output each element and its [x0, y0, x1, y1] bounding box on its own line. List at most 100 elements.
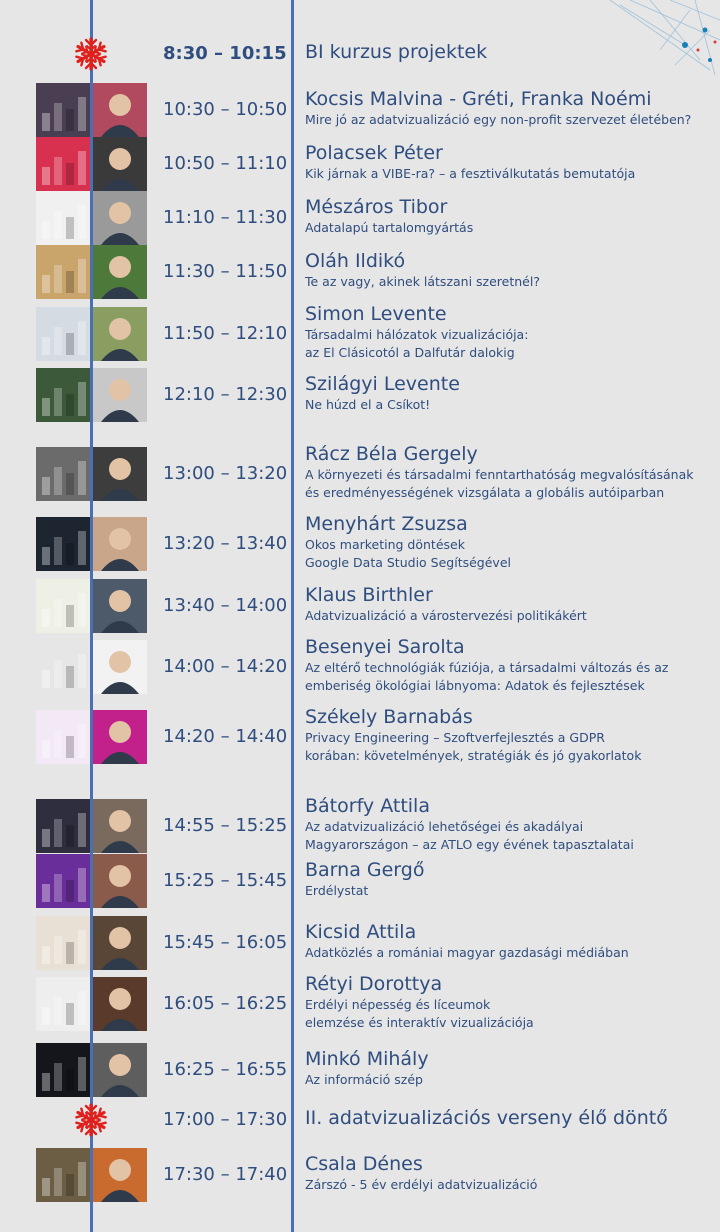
- speaker-photo: [93, 710, 147, 764]
- talk-thumbnail-image: [36, 916, 90, 970]
- talk-thumbnail-image: [36, 977, 90, 1031]
- schedule-page: 8:30 – 10:15 BI kurzus projektek 10:30 – 1…: [0, 0, 720, 1232]
- snowflake-icon: [75, 1103, 107, 1137]
- speaker-photo: [93, 854, 147, 908]
- talk-thumbnail-image: [36, 83, 90, 137]
- talk-description: Erdélystat: [305, 883, 369, 898]
- speaker-name: Besenyei Sarolta: [305, 636, 465, 658]
- speaker-photo: [93, 368, 147, 422]
- time-slot: 16:25 – 16:55: [163, 1059, 288, 1080]
- time-slot: 17:00 – 17:30: [163, 1109, 288, 1130]
- talk-description: Kik járnak a VIBE-ra? – a fesztiválkutat…: [305, 166, 636, 181]
- talk-block: Kocsis Malvina - Gréti, Franka Noémi Mire…: [305, 87, 710, 129]
- time-slot: 11:10 – 11:30: [163, 207, 288, 228]
- talk-block: Kicsid Attila Adatközlés a romániai magya…: [305, 920, 710, 962]
- time-slot: 14:00 – 14:20: [163, 656, 288, 677]
- speaker-photo: [93, 977, 147, 1031]
- talk-thumbnail-image: [36, 307, 90, 361]
- talk-thumbnail-image: [36, 640, 90, 694]
- talk-description: Zárszó - 5 év erdélyi adatvizualizáció: [305, 1177, 538, 1192]
- talk-description: A környezeti és társadalmi fenntarthatós…: [305, 467, 694, 482]
- speaker-name: Polacsek Péter: [305, 142, 443, 164]
- talk-description: korában: követelmények, stratégiák és jó…: [305, 748, 642, 763]
- talk-description: Google Data Studio Segítségével: [305, 555, 511, 570]
- talk-block: Rácz Béla Gergely A környezeti és társada…: [305, 442, 710, 502]
- time-slot: 14:20 – 14:40: [163, 726, 288, 747]
- time-slot: 10:50 – 11:10: [163, 153, 288, 174]
- talk-block: Menyhárt Zsuzsa Okos marketing döntések Go…: [305, 512, 710, 572]
- speaker-name: Rácz Béla Gergely: [305, 443, 478, 465]
- talk-description: Erdélyi népesség és líceumok: [305, 997, 491, 1012]
- talk-description: Mire jó az adatvizualizáció egy non-prof…: [305, 112, 692, 127]
- speaker-name: Oláh Ildikó: [305, 250, 406, 272]
- speaker-photo: [93, 191, 147, 245]
- talk-thumbnail-image: [36, 1043, 90, 1097]
- talk-description: az El Clásicotól a Dalfutár dalokig: [305, 345, 515, 360]
- snowflake-icon: [75, 37, 107, 71]
- speaker-name: Rétyi Dorottya: [305, 973, 443, 995]
- speaker-name: Csala Dénes: [305, 1153, 423, 1175]
- session-block: II. adatvizualizációs verseny élő döntő: [305, 1106, 710, 1130]
- talk-block: Oláh Ildikó Te az vagy, akinek látszani s…: [305, 249, 710, 291]
- talk-block: Csala Dénes Zárszó - 5 év erdélyi adatviz…: [305, 1152, 710, 1194]
- talk-description: Ne húzd el a Csíkot!: [305, 397, 431, 412]
- speaker-photo: [93, 137, 147, 191]
- talk-block: Bátorfy Attila Az adatvizualizáció lehető…: [305, 794, 710, 854]
- speaker-photo: [93, 447, 147, 501]
- session-title: BI kurzus projektek: [305, 41, 488, 63]
- speaker-name: Kocsis Malvina - Gréti, Franka Noémi: [305, 88, 652, 110]
- speaker-name: Székely Barnabás: [305, 706, 473, 728]
- talk-thumbnail-image: [36, 579, 90, 633]
- session-title: II. adatvizualizációs verseny élő döntő: [305, 1107, 668, 1129]
- time-slot: 17:30 – 17:40: [163, 1164, 288, 1185]
- speaker-name: Menyhárt Zsuzsa: [305, 513, 468, 535]
- speaker-photo: [93, 1148, 147, 1202]
- speaker-name: Kicsid Attila: [305, 921, 417, 943]
- talk-thumbnail-image: [36, 1148, 90, 1202]
- talk-thumbnail-image: [36, 854, 90, 908]
- timeline-line-right: [291, 0, 294, 1232]
- talk-description: Adatközlés a romániai magyar gazdasági m…: [305, 945, 629, 960]
- talk-block: Szilágyi Levente Ne húzd el a Csíkot!: [305, 372, 710, 414]
- speaker-photo: [93, 517, 147, 571]
- talk-block: Simon Levente Társadalmi hálózatok vizual…: [305, 302, 710, 362]
- speaker-photo: [93, 916, 147, 970]
- talk-block: Polacsek Péter Kik járnak a VIBE-ra? – a …: [305, 141, 710, 183]
- talk-description: elemzése és interaktív vizualizációja: [305, 1015, 534, 1030]
- speaker-photo: [93, 307, 147, 361]
- talk-block: Barna Gergő Erdélystat: [305, 858, 710, 900]
- speaker-photo: [93, 640, 147, 694]
- talk-description: Társadalmi hálózatok vizualizációja:: [305, 327, 529, 342]
- time-slot: 15:45 – 16:05: [163, 932, 288, 953]
- time-slot: 14:55 – 15:25: [163, 815, 288, 836]
- speaker-name: Minkó Mihály: [305, 1048, 429, 1070]
- talk-block: Klaus Birthler Adatvizualizáció a városte…: [305, 583, 710, 625]
- time-slot: 13:20 – 13:40: [163, 533, 288, 554]
- talk-thumbnail-image: [36, 191, 90, 245]
- time-slot: 16:05 – 16:25: [163, 993, 288, 1014]
- talk-thumbnail-image: [36, 137, 90, 191]
- time-slot: 12:10 – 12:30: [163, 384, 288, 405]
- talk-thumbnail-image: [36, 710, 90, 764]
- talk-block: Rétyi Dorottya Erdélyi népesség és líceum…: [305, 972, 710, 1032]
- speaker-name: Mészáros Tibor: [305, 196, 448, 218]
- time-slot: 8:30 – 10:15: [163, 43, 287, 64]
- speaker-name: Barna Gergő: [305, 859, 425, 881]
- talk-description: Az eltérő technológiák fúziója, a társad…: [305, 660, 669, 675]
- talk-description: Privacy Engineering – Szoftverfejlesztés…: [305, 730, 605, 745]
- time-slot: 15:25 – 15:45: [163, 870, 288, 891]
- talk-description: Adatvizualizáció a várostervezési politi…: [305, 608, 587, 623]
- speaker-photo: [93, 245, 147, 299]
- speaker-photo: [93, 83, 147, 137]
- time-slot: 10:30 – 10:50: [163, 99, 288, 120]
- session-block: BI kurzus projektek: [305, 40, 710, 64]
- speaker-name: Bátorfy Attila: [305, 795, 430, 817]
- time-slot: 13:40 – 14:00: [163, 595, 288, 616]
- talk-block: Mészáros Tibor Adatalapú tartalomgyártás: [305, 195, 710, 237]
- speaker-name: Szilágyi Levente: [305, 373, 460, 395]
- speaker-photo: [93, 1043, 147, 1097]
- talk-thumbnail-image: [36, 447, 90, 501]
- speaker-name: Simon Levente: [305, 303, 447, 325]
- talk-thumbnail-image: [36, 517, 90, 571]
- talk-block: Besenyei Sarolta Az eltérő technológiák f…: [305, 635, 710, 695]
